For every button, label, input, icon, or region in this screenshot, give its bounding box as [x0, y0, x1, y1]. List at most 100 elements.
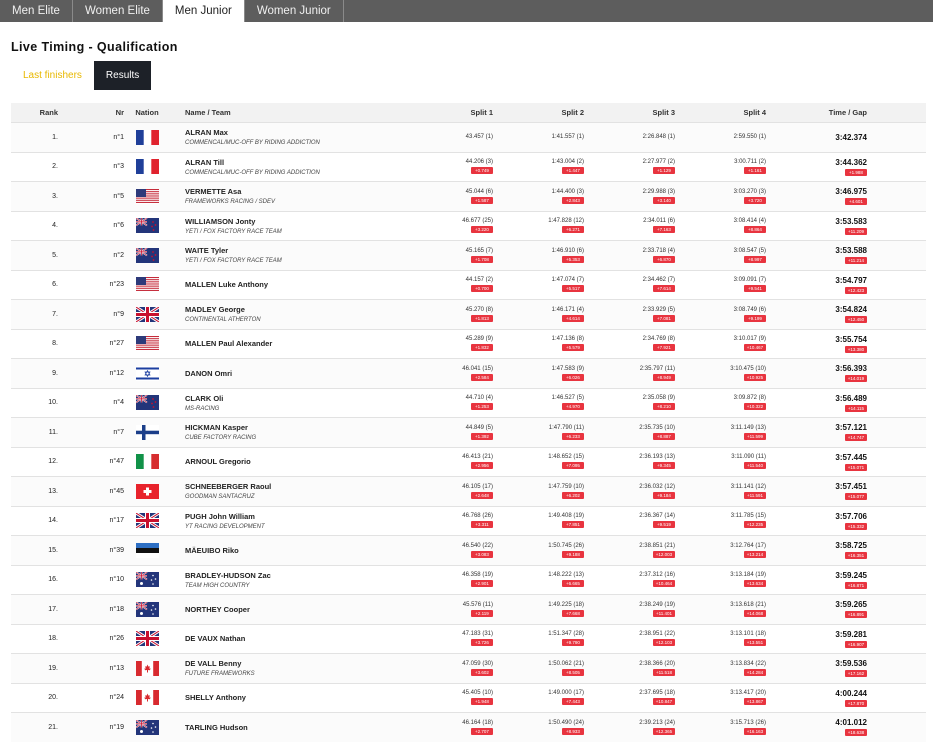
col-split4: Split 4: [743, 108, 766, 117]
view-switch: Last finishers Results: [11, 61, 152, 90]
split-1-gap-badge: +3.220: [471, 226, 493, 234]
rider-name[interactable]: WILLIAMSON Jonty: [185, 217, 255, 226]
name-team-cell: HICKMAN Kasper CUBE FACTORY RACING: [170, 418, 390, 447]
rider-name[interactable]: ALRAN Till: [185, 158, 224, 167]
split-1-time: 46.358 (19): [462, 572, 493, 579]
rider-name[interactable]: PUGH John William: [185, 512, 255, 521]
flag-great-britain-icon: [135, 513, 159, 529]
split-4-cell: 3:09.091 (7) +9.541: [675, 271, 766, 300]
split-1-cell: 46.358 (19) +2.901: [390, 566, 493, 595]
time-gap-cell: 3:54.824 +12.450: [766, 300, 871, 329]
split-1-time: 46.164 (18): [462, 719, 493, 726]
rider-name[interactable]: MALLEN Luke Anthony: [185, 280, 268, 289]
results-tab[interactable]: Results: [93, 61, 152, 90]
rider-name[interactable]: MALLEN Paul Alexander: [185, 339, 272, 348]
rider-name[interactable]: TARLING Hudson: [185, 723, 248, 732]
rider-name[interactable]: MADLEY George: [185, 305, 245, 314]
split-2-gap-badge: +5.353: [562, 255, 584, 263]
split-2-time: 1:49.000 (17): [548, 690, 584, 697]
bib-number: n°1: [113, 133, 124, 141]
bib-number: n°4: [113, 399, 124, 407]
time-gap-cell: 3:59.536 +17.162: [766, 654, 871, 683]
split-1-gap-badge: +1.587: [471, 196, 493, 204]
flag-estonia-icon: [135, 542, 159, 558]
table-row: 5. n°2 WAITE Tyler YETI / FOX FACTORY RA…: [11, 240, 926, 270]
table-row: 3. n°5 VERMETTE Asa FRAMEWORKS RACING / …: [11, 181, 926, 211]
nation-cell: [124, 536, 170, 565]
table-row: 9. n°12 DANON Omri 46.041 (15) +2.584 1:…: [11, 358, 926, 388]
split-2-time: 1:50.745 (26): [548, 542, 584, 549]
rider-name[interactable]: WAITE Tyler: [185, 246, 228, 255]
tab-men-elite[interactable]: Men Elite: [0, 0, 73, 22]
last-finishers-tab[interactable]: Last finishers: [11, 61, 94, 90]
total-time: 3:53.583: [835, 216, 867, 226]
total-gap-badge: +15.077: [845, 493, 867, 501]
team-name: COMMENCAL/MUC-OFF BY RIDING ADDICTION: [185, 169, 320, 176]
split-3-gap-badge: +12.003: [653, 550, 675, 558]
total-time: 3:53.588: [835, 246, 867, 256]
split-4-time: 3:08.547 (5): [733, 247, 766, 254]
bib-number: n°10: [109, 576, 124, 584]
name-team-cell: MALLEN Luke Anthony: [170, 271, 390, 300]
split-2-gap-badge: +6.202: [562, 491, 584, 499]
rider-name[interactable]: ALRAN Max: [185, 128, 228, 137]
split-1-gap-badge: +2.119: [471, 609, 493, 617]
tab-men-junior[interactable]: Men Junior: [162, 0, 245, 22]
split-3-gap-badge: +7.081: [653, 314, 675, 322]
flag-switzerland-icon: [135, 483, 159, 499]
rider-name[interactable]: DE VALL Benny: [185, 659, 241, 668]
rank: 1.: [52, 133, 58, 141]
split-3-time: 2:35.058 (9): [642, 395, 675, 402]
split-4-gap-badge: +1.161: [744, 167, 766, 175]
split-1-time: 45.270 (8): [465, 306, 493, 313]
rider-name[interactable]: VERMETTE Asa: [185, 187, 241, 196]
split-2-time: 1:46.527 (5): [551, 395, 584, 402]
split-4-cell: 3:08.749 (6) +9.199: [675, 300, 766, 329]
tab-women-elite[interactable]: Women Elite: [73, 0, 163, 22]
nation-cell: [124, 713, 170, 742]
rider-name[interactable]: MÄEUIBO Riko: [185, 546, 239, 555]
split-4-time: 3:11.090 (11): [731, 454, 766, 461]
rank: 18.: [48, 635, 58, 643]
split-4-gap-badge: +11.591: [744, 491, 766, 499]
rider-name[interactable]: ARNOUL Gregorio: [185, 457, 251, 466]
table-row: 1. n°1 ALRAN Max COMMENCAL/MUC-OFF BY RI…: [11, 122, 926, 152]
rider-name[interactable]: DANON Omri: [185, 369, 232, 378]
name-team-cell: MALLEN Paul Alexander: [170, 330, 390, 359]
total-gap-badge: +16.891: [845, 611, 867, 619]
split-4-cell: 3:10.475 (10) +10.925: [675, 359, 766, 388]
rider-name[interactable]: SHELLY Anthony: [185, 693, 246, 702]
total-time: 3:42.374: [835, 132, 867, 142]
total-time: 3:44.362: [835, 157, 867, 167]
total-gap-badge: +16.907: [845, 640, 867, 648]
split-1-cell: 46.413 (21) +2.956: [390, 448, 493, 477]
table-row: 10. n°4 CLARK Oli MS-RACING 44.710 (4) +…: [11, 387, 926, 418]
split-2-gap-badge: +7.095: [562, 462, 584, 470]
split-2-gap-badge: +2.843: [562, 196, 584, 204]
split-3-time: 2:36.032 (12): [639, 483, 675, 490]
flag-australia-icon: [135, 719, 159, 735]
nation-cell: [124, 153, 170, 182]
split-1-cell: 45.165 (7) +1.708: [390, 241, 493, 270]
team-name: FUTURE FRAMEWORKS: [185, 671, 255, 678]
total-gap-badge: +1.988: [845, 168, 867, 176]
rank: 19.: [48, 664, 58, 672]
col-rank: Rank: [39, 108, 58, 117]
rider-name[interactable]: SCHNEEBERGER Raoul: [185, 482, 271, 491]
split-4-cell: 3:08.547 (5) +8.997: [675, 241, 766, 270]
split-3-gap-badge: +8.210: [653, 403, 675, 411]
split-4-gap-badge: +13.214: [744, 550, 766, 558]
split-1-gap-badge: +0.700: [471, 285, 493, 293]
split-4-time: 3:13.834 (22): [730, 660, 766, 667]
split-2-gap-badge: +8.505: [562, 668, 584, 676]
rider-name[interactable]: BRADLEY-HUDSON Zac: [185, 571, 271, 580]
split-4-cell: 3:13.184 (19) +13.634: [675, 566, 766, 595]
tab-women-junior[interactable]: Women Junior: [245, 0, 344, 22]
rank: 2.: [52, 163, 58, 171]
name-team-cell: DANON Omri: [170, 359, 390, 388]
time-gap-cell: 3:56.489 +14.115: [766, 389, 871, 418]
rider-name[interactable]: DE VAUX Nathan: [185, 634, 245, 643]
rider-name[interactable]: HICKMAN Kasper: [185, 423, 248, 432]
rider-name[interactable]: CLARK Oli: [185, 394, 223, 403]
rider-name[interactable]: NORTHEY Cooper: [185, 605, 250, 614]
